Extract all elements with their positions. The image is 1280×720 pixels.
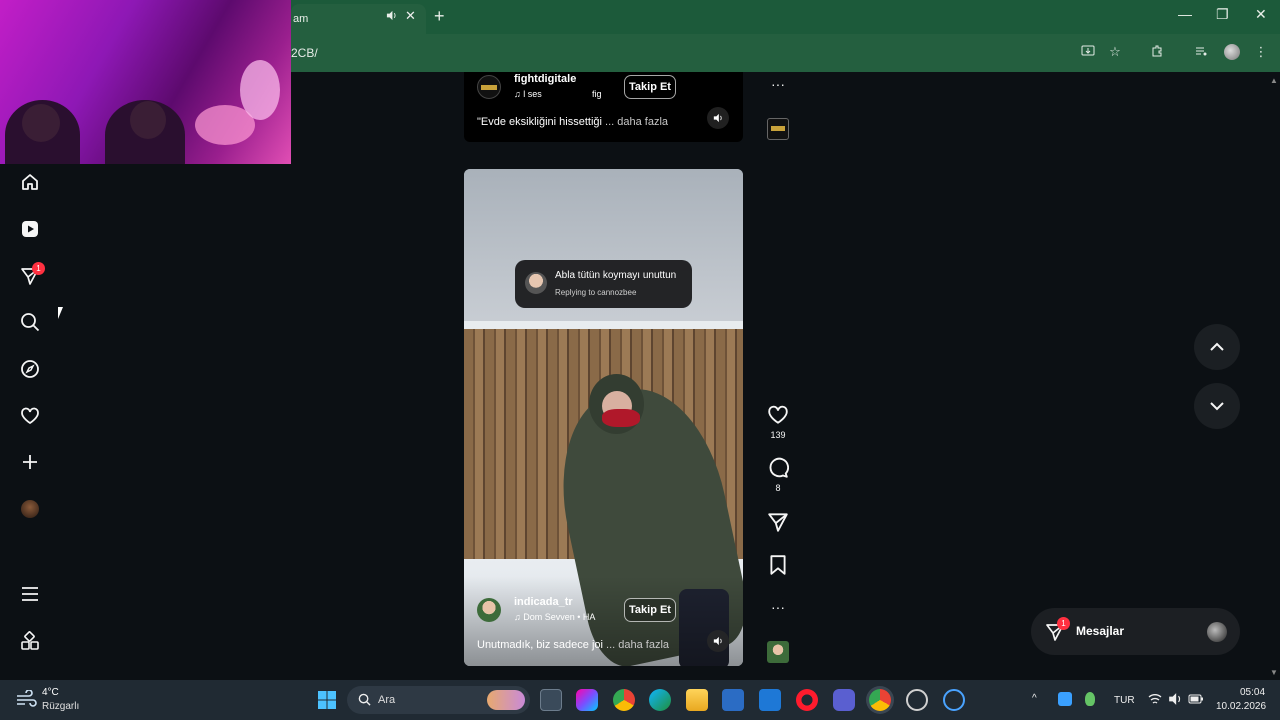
notifications-heart-icon[interactable]: [18, 404, 42, 428]
indicada-avatar[interactable]: [477, 598, 501, 622]
post-caption[interactable]: Unutmadık, biz sadece joi ... daha fazla: [477, 639, 669, 651]
post-audio[interactable]: ♫ l ses: [514, 89, 542, 99]
windows-start-icon[interactable]: [317, 690, 337, 715]
new-tab-button[interactable]: +: [434, 6, 445, 27]
assistant-app-icon[interactable]: [943, 689, 965, 711]
extensions-icon[interactable]: [1149, 44, 1165, 60]
search-icon[interactable]: [18, 310, 42, 334]
volume-icon[interactable]: [707, 107, 729, 129]
previous-reel-button[interactable]: [1194, 324, 1240, 370]
post-username[interactable]: fightdigitale: [514, 73, 576, 85]
search-icon: [358, 693, 371, 711]
scrollbar-up-arrow[interactable]: ▲: [1270, 76, 1278, 85]
also-from-meta-icon[interactable]: [18, 629, 42, 653]
follow-button[interactable]: Takip Et: [624, 75, 676, 99]
share-icon[interactable]: [767, 511, 789, 538]
clock-date[interactable]: 10.02.2026: [1216, 701, 1266, 712]
weather-icon[interactable]: [15, 689, 37, 713]
input-language[interactable]: TUR: [1114, 695, 1135, 706]
microphone-tray-icon[interactable]: [1085, 692, 1095, 706]
tab-title: am: [293, 13, 309, 25]
post-audio[interactable]: ♫ Dom Sevven • HA: [514, 612, 595, 622]
install-app-icon[interactable]: [1080, 44, 1096, 60]
audio-thumbnail[interactable]: [767, 118, 789, 140]
scrollbar-down-arrow[interactable]: ▼: [1270, 668, 1278, 677]
comment-count: 8: [775, 483, 781, 493]
clock-time[interactable]: 05:04: [1240, 687, 1265, 698]
messages-badge: 1: [1057, 617, 1070, 630]
message-contact-avatar: [1207, 622, 1227, 642]
home-icon[interactable]: [18, 170, 42, 194]
post-caption[interactable]: "Evde eksikliğini hissettiği ... daha fa…: [477, 116, 668, 128]
audio-thumbnail[interactable]: [767, 641, 789, 663]
post-audio-extra: fig: [592, 89, 602, 99]
reply-avatar: [525, 272, 547, 294]
weather-description[interactable]: Rüzgarlı: [42, 701, 79, 712]
copilot-icon[interactable]: [576, 689, 598, 711]
browser-menu-icon[interactable]: ⋮: [1253, 44, 1269, 60]
more-options-icon[interactable]: ···: [767, 599, 789, 615]
like-count: 139: [770, 430, 786, 440]
chrome-active-icon[interactable]: [869, 689, 891, 711]
battery-icon[interactable]: [1188, 692, 1203, 706]
browser-profile-avatar[interactable]: [1224, 44, 1240, 60]
window-maximize-button[interactable]: ❐: [1216, 6, 1229, 23]
post-username[interactable]: indicada_tr: [514, 596, 573, 608]
messages-button[interactable]: 1 Mesajlar: [1031, 608, 1240, 655]
edge-icon[interactable]: [649, 689, 671, 711]
explore-compass-icon[interactable]: [18, 357, 42, 381]
caption-more-link[interactable]: ... daha fazla: [605, 116, 668, 128]
messages-badge: 1: [32, 262, 45, 275]
task-view-icon[interactable]: [540, 689, 562, 711]
search-highlight-image: [487, 690, 525, 710]
mouse-cursor: [58, 307, 63, 319]
teams-icon[interactable]: [833, 689, 855, 711]
volume-tray-icon[interactable]: [1168, 692, 1182, 706]
profile-avatar[interactable]: [18, 497, 42, 521]
wifi-icon[interactable]: [1148, 692, 1162, 706]
screen: am ✕ + — ❐ ✕ 2CB/ ☆ ⋮ 1 fightdigitale ♫ …: [0, 0, 1280, 720]
window-close-button[interactable]: ✕: [1255, 6, 1267, 23]
opera-icon[interactable]: [796, 689, 818, 711]
caption-text: Unutmadık, biz sadece joi: [477, 639, 603, 651]
previous-reel[interactable]: [464, 72, 743, 142]
save-bookmark-icon[interactable]: [767, 554, 789, 581]
more-menu-icon[interactable]: [18, 582, 42, 606]
next-reel-button[interactable]: [1194, 383, 1240, 429]
window-minimize-button[interactable]: —: [1178, 6, 1192, 22]
reels-icon[interactable]: [18, 217, 42, 241]
chrome-icon[interactable]: [613, 689, 635, 711]
tray-overflow-icon[interactable]: ^: [1032, 693, 1037, 704]
volume-icon[interactable]: [707, 630, 729, 652]
like-heart-icon[interactable]: [767, 404, 789, 431]
taskbar-search[interactable]: Ara: [347, 686, 530, 714]
media-control-icon[interactable]: [1193, 44, 1209, 60]
webcam-overlay: [0, 0, 291, 164]
search-placeholder: Ara: [378, 694, 396, 706]
speaker-icon[interactable]: [386, 10, 397, 24]
clock-app-icon[interactable]: [906, 689, 928, 711]
messages-label: Mesajlar: [1076, 624, 1125, 638]
address-bar[interactable]: 2CB/: [291, 41, 318, 65]
create-plus-icon[interactable]: [18, 450, 42, 474]
reel-video[interactable]: [464, 169, 743, 666]
fightdigitale-avatar[interactable]: [477, 75, 501, 99]
file-explorer-icon[interactable]: [686, 689, 708, 711]
follow-button[interactable]: Takip Et: [624, 598, 676, 622]
security-tray-icon[interactable]: [1058, 692, 1072, 706]
reply-text: Abla tütün koymayı unuttun: [555, 270, 677, 281]
more-options-icon[interactable]: ···: [767, 76, 789, 92]
tab-close-icon[interactable]: ✕: [405, 8, 416, 24]
bookmark-star-icon[interactable]: ☆: [1107, 44, 1123, 60]
reply-subtitle: Replying to cannozbee: [555, 288, 637, 297]
reply-comment-sticker[interactable]: Abla tütün koymayı unuttun Replying to c…: [515, 260, 692, 308]
weather-temperature[interactable]: 4°C: [42, 687, 59, 698]
store-icon[interactable]: [722, 689, 744, 711]
caption-more-link[interactable]: ... daha fazla: [606, 639, 669, 651]
comment-icon[interactable]: [767, 457, 789, 484]
caption-text: "Evde eksikliğini hissettiği: [477, 116, 602, 128]
mail-icon[interactable]: [759, 689, 781, 711]
